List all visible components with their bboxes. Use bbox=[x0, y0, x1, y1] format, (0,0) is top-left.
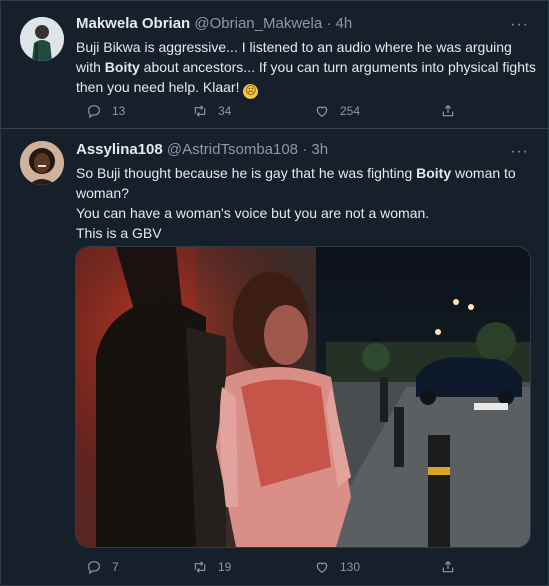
mention-boity: Boity bbox=[104, 59, 140, 75]
retweet-count: 34 bbox=[218, 104, 232, 118]
heart-icon bbox=[316, 562, 328, 574]
avatar-image bbox=[20, 17, 64, 61]
mention-boity: Boity bbox=[416, 165, 452, 181]
user-handle[interactable]: @AstridTsomba108 bbox=[167, 141, 298, 158]
user-handle[interactable]: @Obrian_Makwela bbox=[194, 15, 322, 32]
tweet-text: Buji Bikwa is aggressive... I listened t… bbox=[76, 37, 536, 99]
tweet-text-part: about ancestors... If you can turn argum… bbox=[76, 59, 536, 95]
tweet-header: Makwela Obrian @Obrian_Makwela · 4h bbox=[76, 15, 352, 33]
tweet-actions: 13 34 254 bbox=[76, 101, 536, 121]
avatar-image bbox=[20, 141, 64, 185]
like-count: 254 bbox=[340, 104, 361, 118]
tweet-line: You can have a woman's voice but you are… bbox=[76, 205, 430, 221]
tweet-line: This is a GBV bbox=[76, 225, 162, 241]
like-button[interactable]: 130 bbox=[314, 557, 360, 577]
reply-button[interactable]: 7 bbox=[86, 557, 119, 577]
tweet-header: Assylina108 @AstridTsomba108 · 3h bbox=[76, 141, 328, 159]
more-options-icon[interactable]: ··· bbox=[510, 144, 528, 160]
tweet[interactable]: Makwela Obrian @Obrian_Makwela · 4h ··· … bbox=[1, 1, 548, 129]
timestamp[interactable]: · 4h bbox=[326, 15, 352, 32]
tweet-text: So Buji thought because he is gay that h… bbox=[76, 163, 536, 243]
retweet-button[interactable]: 34 bbox=[192, 101, 231, 121]
like-count: 130 bbox=[340, 560, 361, 574]
timestamp[interactable]: · 3h bbox=[302, 141, 328, 158]
tweet-line: So Buji thought because he is gay that h… bbox=[76, 163, 536, 203]
retweet-count: 19 bbox=[218, 560, 232, 574]
retweet-icon bbox=[194, 561, 206, 573]
reply-count: 7 bbox=[112, 560, 119, 574]
avatar[interactable] bbox=[20, 17, 64, 61]
more-options-icon[interactable]: ··· bbox=[510, 17, 528, 33]
share-button[interactable] bbox=[440, 557, 456, 577]
tweet-text-part: So Buji thought because he is gay that h… bbox=[76, 165, 417, 181]
tweet-photo[interactable] bbox=[75, 246, 531, 548]
retweet-icon bbox=[194, 105, 206, 117]
avatar[interactable] bbox=[20, 141, 64, 185]
like-button[interactable]: 254 bbox=[314, 101, 360, 121]
share-icon bbox=[442, 560, 454, 573]
reply-icon bbox=[88, 105, 100, 119]
share-button[interactable] bbox=[440, 101, 456, 121]
weary-face-emoji-icon: ☹ bbox=[243, 84, 259, 99]
share-icon bbox=[442, 104, 454, 117]
timeline: Makwela Obrian @Obrian_Makwela · 4h ··· … bbox=[0, 0, 549, 586]
display-name[interactable]: Makwela Obrian bbox=[76, 15, 190, 32]
tweet-actions: 7 19 130 bbox=[76, 557, 536, 577]
reply-icon bbox=[88, 561, 100, 575]
reply-button[interactable]: 13 bbox=[86, 101, 125, 121]
reply-count: 13 bbox=[112, 104, 126, 118]
photo-image bbox=[76, 247, 530, 547]
retweet-button[interactable]: 19 bbox=[192, 557, 231, 577]
heart-icon bbox=[316, 106, 328, 118]
display-name[interactable]: Assylina108 bbox=[76, 141, 163, 158]
